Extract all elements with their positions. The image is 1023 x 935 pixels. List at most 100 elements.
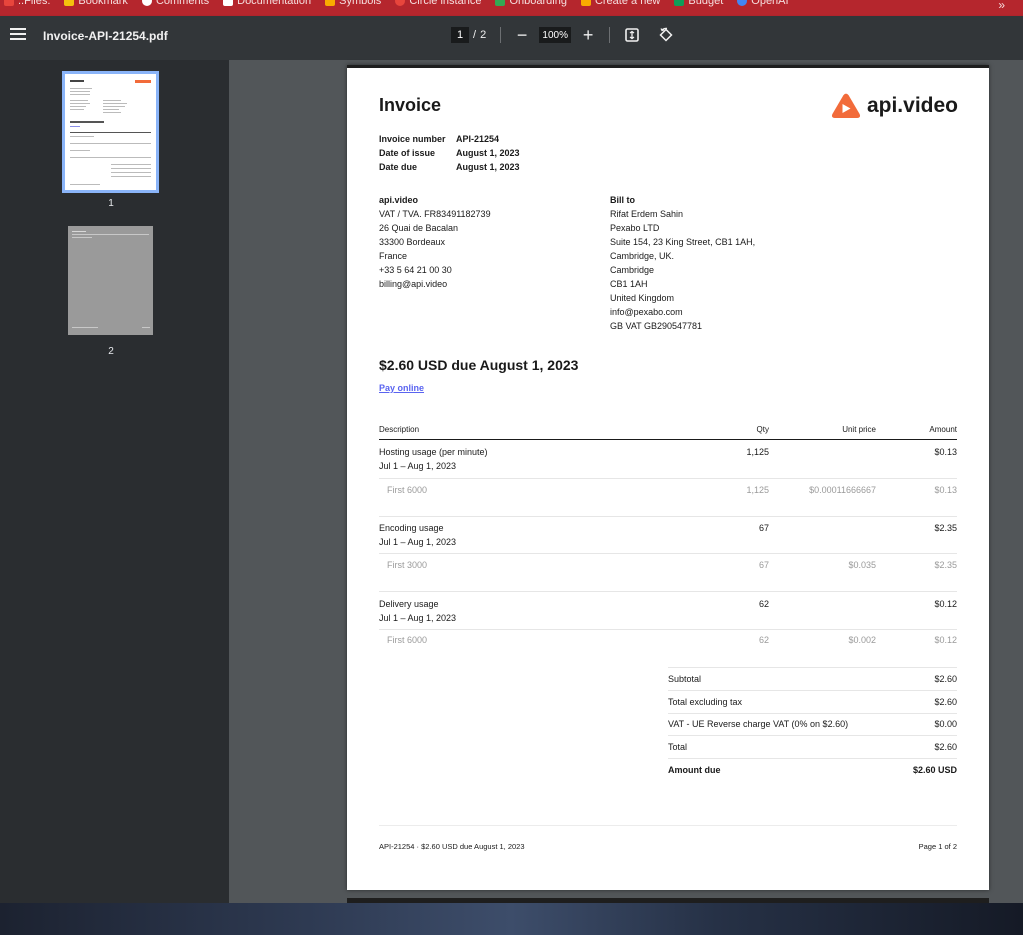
totals-label: Total [668, 742, 688, 752]
row-rule [379, 516, 957, 517]
footer-summary: API-21254 · $2.60 USD due August 1, 2023 [379, 842, 525, 851]
bookmark-label: ..Files: [18, 0, 51, 7]
invoice-title: Invoice [379, 95, 442, 115]
tier-qty: 62 [758, 635, 769, 645]
col-qty-header: Qty [756, 425, 769, 434]
total-pages: 2 [480, 29, 487, 41]
seller-line: 26 Quai de Bacalan [379, 223, 459, 233]
row-rule [668, 667, 957, 668]
amount-due-label: Amount due [668, 765, 721, 775]
toolbar-divider [609, 27, 611, 43]
bookmark-item[interactable]: Documentation [223, 0, 311, 8]
api-video-logo-icon [831, 93, 861, 118]
invoice-number-value: API-21254 [456, 134, 500, 144]
zoom-level-input[interactable] [539, 27, 572, 43]
brand-name: api.video [866, 94, 958, 117]
row-rule [668, 735, 957, 736]
tier-amount: $2.35 [934, 560, 957, 570]
bookmark-icon [325, 0, 336, 6]
item-qty: 1,125 [746, 447, 769, 457]
tier-qty: 1,125 [746, 485, 769, 495]
row-rule [379, 478, 957, 479]
bookmark-item[interactable]: Budget [674, 0, 723, 8]
totals-value: $2.60 [934, 697, 957, 707]
item-amount: $0.12 [934, 599, 957, 609]
seller-line: billing@api.video [379, 279, 448, 289]
totals-label: VAT - UE Reverse charge VAT (0% on $2.60… [668, 719, 849, 729]
row-rule [379, 591, 957, 592]
bookmark-label: Bookmark [78, 0, 128, 7]
item-qty: 62 [758, 599, 769, 609]
bill-to-line: Rifat Erdem Sahin [610, 209, 684, 219]
item-description: Hosting usage (per minute) [379, 447, 488, 457]
chevron-right-icon[interactable]: » [998, 0, 1005, 12]
date-of-issue-label: Date of issue [379, 148, 436, 158]
bill-to-line: GB VAT GB290547781 [610, 321, 703, 331]
star-icon [64, 0, 75, 6]
totals-label: Subtotal [668, 674, 702, 684]
bookmark-icon [580, 0, 591, 6]
bill-to-line: CB1 1AH [610, 279, 648, 289]
tier-amount: $0.13 [934, 485, 957, 495]
row-rule [668, 713, 957, 714]
fit-page-icon[interactable] [624, 27, 640, 43]
bookmark-icon [674, 0, 685, 6]
bookmarks-bar: ..Files: Bookmark Comments Documentation… [0, 0, 1023, 16]
bill-to-heading: Bill to [610, 195, 635, 205]
rotate-icon[interactable] [658, 27, 674, 43]
thumbnail-sidebar: 1 2 [0, 60, 229, 903]
toolbar-divider [500, 27, 502, 43]
col-description-header: Description [379, 425, 420, 434]
table-header-rule [379, 439, 957, 440]
page-thumbnail-1[interactable] [62, 71, 159, 193]
bookmark-label: Documentation [237, 0, 312, 7]
thumbnail-label: 2 [108, 346, 114, 357]
bookmark-item[interactable]: ..Files: [4, 0, 50, 8]
bookmark-label: Symbols [339, 0, 382, 7]
amount-due-headline: $2.60 USD due August 1, 2023 [379, 357, 579, 373]
row-rule [668, 690, 957, 691]
pdf-page: Invoice api.video Invoice number API-212… [347, 65, 989, 890]
pay-online-link[interactable]: Pay online [379, 383, 424, 393]
bookmark-item[interactable]: OpenAI [737, 0, 789, 8]
tier-amount: $0.12 [934, 635, 957, 645]
bookmark-icon [141, 0, 152, 6]
invoice-number-label: Invoice number [379, 134, 446, 144]
bookmark-icon [223, 0, 234, 6]
seller-line: VAT / TVA. FR83491182739 [379, 209, 491, 219]
seller-line: +33 5 64 21 00 30 [379, 265, 452, 275]
zoom-in-button[interactable]: + [581, 26, 595, 44]
item-period: Jul 1 – Aug 1, 2023 [379, 613, 457, 623]
bookmark-label: Onboarding [509, 0, 567, 7]
date-due-label: Date due [379, 162, 418, 172]
seller-line: 33300 Bordeaux [379, 237, 446, 247]
bookmark-item[interactable]: Comments [141, 0, 209, 8]
pdf-toolbar: Invoice-API-21254.pdf / 2 − + [0, 16, 1023, 60]
bookmark-label: Create a new [594, 0, 661, 7]
zoom-out-button[interactable]: − [515, 26, 529, 44]
bookmark-item[interactable]: Create a new [580, 0, 661, 8]
desktop-wallpaper [0, 903, 1023, 935]
tier-unit-price: $0.002 [848, 635, 876, 645]
totals-label: Total excluding tax [668, 697, 743, 707]
page-controls: / 2 − + [451, 26, 674, 44]
bookmark-item[interactable]: Symbols [325, 0, 381, 8]
tier-unit-price: $0.035 [848, 560, 876, 570]
bookmark-item[interactable]: Onboarding [495, 0, 567, 8]
brand-logo: api.video [831, 93, 958, 119]
totals-value: $2.60 [934, 742, 957, 752]
row-rule [668, 758, 957, 759]
bookmark-label: Circle instance [409, 0, 482, 7]
page-number-input[interactable] [451, 27, 469, 43]
date-of-issue-value: August 1, 2023 [456, 148, 520, 158]
bookmark-item[interactable]: Circle instance [395, 0, 481, 8]
menu-icon[interactable] [10, 28, 26, 42]
bill-to-line: Cambridge [610, 265, 655, 275]
col-unit-price-header: Unit price [842, 425, 876, 434]
footer-page-number: Page 1 of 2 [918, 842, 957, 851]
page-top-edge [347, 65, 989, 68]
document-viewport[interactable]: Invoice api.video Invoice number API-212… [229, 60, 1023, 906]
bookmark-item[interactable]: Bookmark [64, 0, 128, 8]
page-thumbnail-2[interactable] [68, 226, 153, 335]
item-period: Jul 1 – Aug 1, 2023 [379, 461, 457, 471]
